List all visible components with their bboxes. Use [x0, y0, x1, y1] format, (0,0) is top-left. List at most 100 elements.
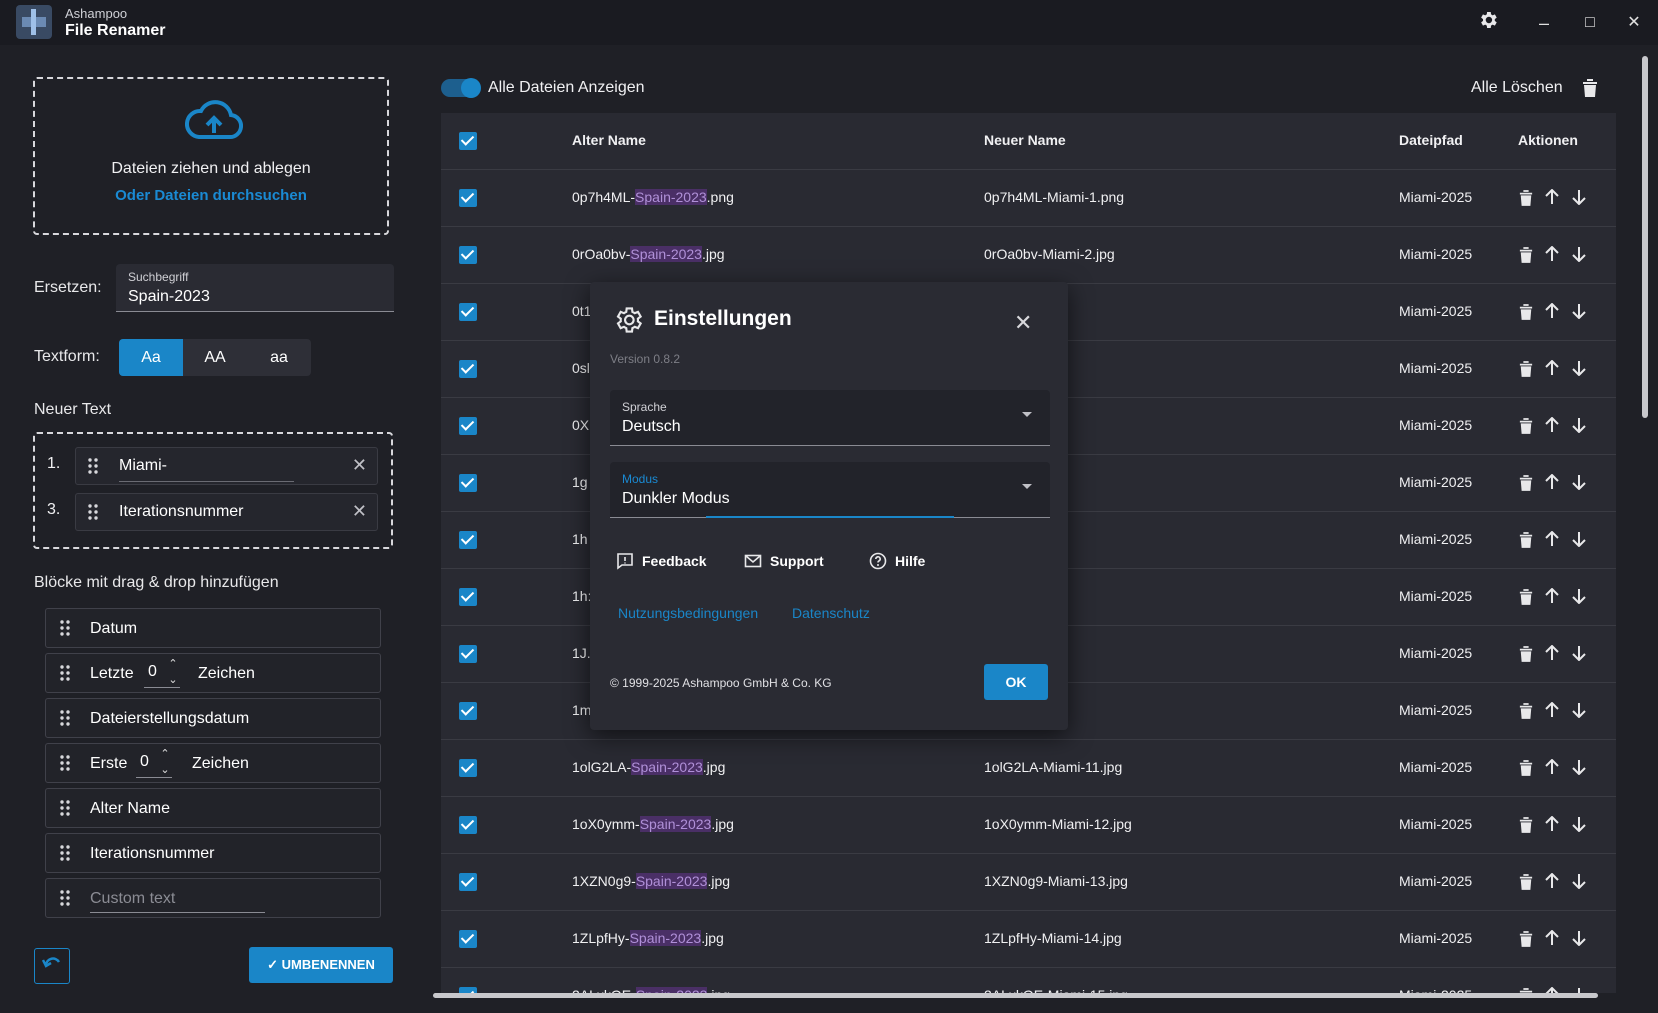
stepper-arrows-icon[interactable]: ⌃ ⌄	[158, 746, 172, 778]
delete-row-trash-icon[interactable]	[1519, 303, 1533, 326]
move-down-arrow-icon[interactable]	[1572, 645, 1586, 666]
delete-row-trash-icon[interactable]	[1519, 189, 1533, 212]
horizontal-scrollbar[interactable]	[433, 993, 1598, 998]
search-term-input[interactable]: Suchbegriff Spain-2023	[116, 264, 394, 312]
add-block-iteration[interactable]: Iterationsnummer	[45, 833, 381, 873]
textform-uppercase-button[interactable]: AA	[183, 339, 247, 376]
row-checkbox[interactable]	[459, 474, 477, 492]
delete-row-trash-icon[interactable]	[1519, 759, 1533, 782]
select-all-checkbox[interactable]	[459, 132, 477, 150]
move-down-arrow-icon[interactable]	[1572, 588, 1586, 609]
move-down-arrow-icon[interactable]	[1572, 873, 1586, 894]
settings-gear-icon[interactable]	[1474, 9, 1502, 35]
row-checkbox[interactable]	[459, 759, 477, 777]
row-checkbox[interactable]	[459, 246, 477, 264]
textform-titlecase-button[interactable]: Aa	[119, 339, 183, 376]
move-down-arrow-icon[interactable]	[1572, 531, 1586, 552]
help-link[interactable]: Hilfe	[869, 552, 925, 570]
delete-row-trash-icon[interactable]	[1519, 873, 1533, 896]
rename-button[interactable]: ✓ UMBENENNEN	[249, 947, 393, 983]
row-checkbox[interactable]	[459, 360, 477, 378]
move-down-arrow-icon[interactable]	[1572, 246, 1586, 267]
move-up-arrow-icon[interactable]	[1545, 359, 1559, 381]
close-window-button[interactable]: ✕	[1620, 10, 1648, 36]
move-up-arrow-icon[interactable]	[1545, 929, 1559, 951]
table-row[interactable]: 1XZN0g9-Spain-2023.jpg 1XZN0g9-Miami-13.j…	[441, 854, 1616, 911]
delete-row-trash-icon[interactable]	[1519, 531, 1533, 554]
drag-handle-icon[interactable]	[60, 890, 70, 911]
move-up-arrow-icon[interactable]	[1545, 473, 1559, 495]
move-up-arrow-icon[interactable]	[1545, 188, 1559, 210]
drag-handle-icon[interactable]	[60, 620, 70, 641]
add-block-date[interactable]: Datum	[45, 608, 381, 648]
delete-row-trash-icon[interactable]	[1519, 360, 1533, 383]
mode-select[interactable]: Modus Dunkler Modus	[610, 462, 1050, 518]
delete-row-trash-icon[interactable]	[1519, 246, 1533, 269]
delete-row-trash-icon[interactable]	[1519, 588, 1533, 611]
block-text[interactable]: Miami-	[119, 457, 167, 475]
move-down-arrow-icon[interactable]	[1572, 189, 1586, 210]
move-up-arrow-icon[interactable]	[1545, 701, 1559, 723]
delete-row-trash-icon[interactable]	[1519, 474, 1533, 497]
move-up-arrow-icon[interactable]	[1545, 758, 1559, 780]
textform-lowercase-button[interactable]: aa	[247, 339, 311, 376]
terms-link[interactable]: Nutzungsbedingungen	[618, 605, 758, 621]
drag-handle-icon[interactable]	[60, 755, 70, 776]
move-down-arrow-icon[interactable]	[1572, 930, 1586, 951]
minimize-button[interactable]: –	[1530, 10, 1558, 36]
drag-handle-icon[interactable]	[88, 458, 98, 479]
maximize-button[interactable]: □	[1576, 10, 1604, 36]
move-up-arrow-icon[interactable]	[1545, 815, 1559, 837]
vertical-scrollbar[interactable]	[1642, 56, 1648, 418]
delete-row-trash-icon[interactable]	[1519, 816, 1533, 839]
row-checkbox[interactable]	[459, 816, 477, 834]
add-block-last-chars[interactable]: Letzte 0 ⌃ ⌄ Zeichen	[45, 653, 381, 693]
move-down-arrow-icon[interactable]	[1572, 759, 1586, 780]
move-down-arrow-icon[interactable]	[1572, 303, 1586, 324]
remove-block-close-icon[interactable]: ✕	[352, 455, 367, 476]
move-up-arrow-icon[interactable]	[1545, 530, 1559, 552]
move-down-arrow-icon[interactable]	[1572, 360, 1586, 381]
move-down-arrow-icon[interactable]	[1572, 474, 1586, 495]
move-up-arrow-icon[interactable]	[1545, 302, 1559, 324]
browse-files-link[interactable]: Oder Dateien durchsuchen	[35, 187, 387, 204]
text-block-item[interactable]: Iterationsnummer ✕	[75, 493, 378, 531]
table-row[interactable]: 1olG2LA-Spain-2023.jpg 1olG2LA-Miami-11.j…	[441, 740, 1616, 797]
new-text-blocks-zone[interactable]: 1. Miami- ✕ 3. Iterationsnummer ✕	[33, 432, 393, 549]
support-link[interactable]: Support	[744, 552, 824, 570]
clear-all-button[interactable]: Alle Löschen	[1471, 79, 1563, 97]
add-block-old-name[interactable]: Alter Name	[45, 788, 381, 828]
delete-row-trash-icon[interactable]	[1519, 702, 1533, 725]
dialog-close-icon[interactable]: ✕	[1014, 310, 1032, 336]
move-up-arrow-icon[interactable]	[1545, 872, 1559, 894]
drag-handle-icon[interactable]	[60, 800, 70, 821]
stepper-arrows-icon[interactable]: ⌃ ⌄	[166, 656, 180, 688]
file-drop-zone[interactable]: Dateien ziehen und ablegen Oder Dateien …	[33, 77, 389, 235]
first-chars-stepper[interactable]: 0	[140, 753, 149, 771]
delete-row-trash-icon[interactable]	[1519, 645, 1533, 668]
drag-handle-icon[interactable]	[60, 665, 70, 686]
language-select[interactable]: Sprache Deutsch	[610, 390, 1050, 446]
privacy-link[interactable]: Datenschutz	[792, 605, 870, 621]
feedback-link[interactable]: Feedback	[616, 552, 707, 570]
move-down-arrow-icon[interactable]	[1572, 417, 1586, 438]
add-block-custom-text[interactable]: Custom text	[45, 878, 381, 918]
row-checkbox[interactable]	[459, 588, 477, 606]
table-row[interactable]: 1ZLpfHy-Spain-2023.jpg 1ZLpfHy-Miami-14.j…	[441, 911, 1616, 968]
move-up-arrow-icon[interactable]	[1545, 587, 1559, 609]
ok-button[interactable]: OK	[984, 664, 1048, 700]
move-down-arrow-icon[interactable]	[1572, 816, 1586, 837]
row-checkbox[interactable]	[459, 873, 477, 891]
column-header-old-name[interactable]: Alter Name	[572, 132, 646, 148]
add-block-creation-date[interactable]: Dateierstellungsdatum	[45, 698, 381, 738]
row-checkbox[interactable]	[459, 702, 477, 720]
delete-row-trash-icon[interactable]	[1519, 417, 1533, 440]
row-checkbox[interactable]	[459, 531, 477, 549]
move-down-arrow-icon[interactable]	[1572, 702, 1586, 723]
delete-row-trash-icon[interactable]	[1519, 930, 1533, 953]
row-checkbox[interactable]	[459, 645, 477, 663]
row-checkbox[interactable]	[459, 189, 477, 207]
row-checkbox[interactable]	[459, 417, 477, 435]
remove-block-close-icon[interactable]: ✕	[352, 501, 367, 522]
column-header-file-path[interactable]: Dateipfad	[1399, 132, 1463, 148]
